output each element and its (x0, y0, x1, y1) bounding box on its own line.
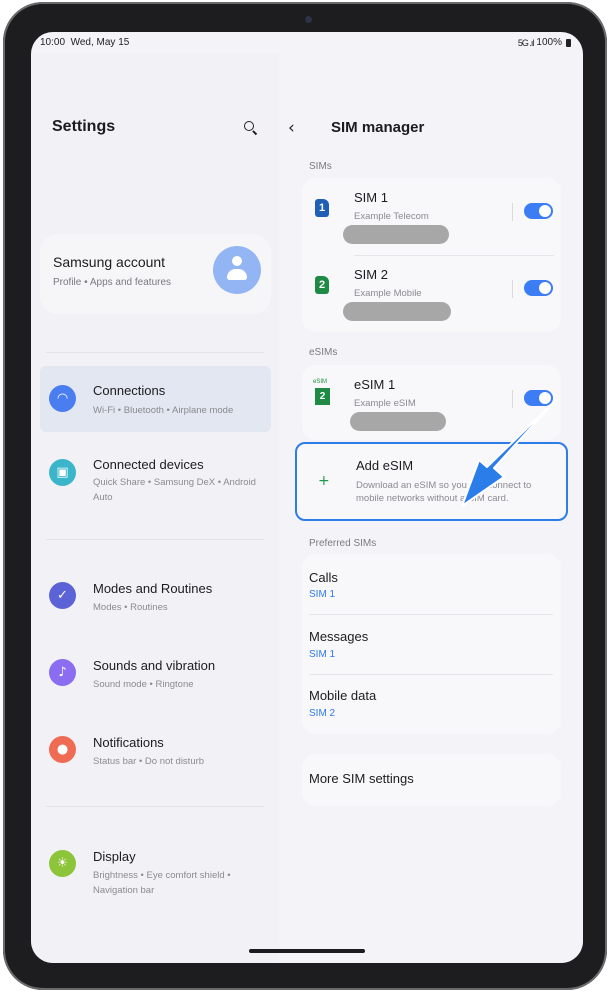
divider (46, 539, 264, 540)
preferred-card: Calls SIM 1 Messages SIM 1 Mobile data S… (302, 554, 561, 734)
esim-name: eSIM 1 (354, 377, 396, 392)
sidebar-item-sub: Quick Share • Samsung DeX • Android Auto (93, 477, 256, 503)
modes-icon: ✓ (49, 582, 76, 609)
sim-name: SIM 2 (354, 267, 388, 282)
divider (46, 806, 264, 807)
preferred-value: SIM 2 (309, 708, 336, 719)
preferred-label: Calls (309, 570, 338, 585)
sidebar-item-label: Display (93, 849, 136, 864)
battery-percent: 100% (536, 37, 562, 48)
preferred-label: Messages (309, 629, 369, 644)
sidebar-item-label: Notifications (93, 735, 164, 750)
sims-card: 1 SIM 1 Example Telecom 2 SIM 2 Example … (302, 178, 561, 332)
redacted-number (343, 302, 451, 321)
sidebar-item-label: Sounds and vibration (93, 658, 216, 673)
sidebar-item-sub: Brightness • Eye comfort shield • Naviga… (93, 870, 231, 896)
more-sim-settings-label: More SIM settings (309, 771, 414, 786)
preferred-row-messages[interactable]: Messages SIM 1 (302, 614, 561, 674)
esim-slot: 2 (315, 388, 330, 405)
samsung-account-card[interactable]: Samsung account Profile • Apps and featu… (40, 234, 271, 314)
preferred-value: SIM 1 (309, 589, 336, 600)
redacted-number (343, 225, 449, 244)
sidebar-item-sub: Modes • Routines (93, 602, 168, 613)
sidebar-item-sub: Status bar • Do not disturb (93, 756, 205, 767)
status-time-date: 10:00 Wed, May 15 (40, 37, 129, 48)
sidebar-item-connected-devices[interactable]: ▣ Connected devices Quick Share • Samsun… (40, 446, 271, 510)
annotation-arrow (461, 399, 557, 507)
sim-name: SIM 1 (354, 190, 388, 205)
sim-card-icon: 2 (315, 276, 329, 294)
screen: 10:00 Wed, May 15 5G .ıl 100% Settings S… (31, 32, 583, 963)
volume-icon: ♪ (49, 659, 76, 686)
sim-row-1[interactable]: 1 SIM 1 Example Telecom (302, 178, 561, 255)
sidebar-item-label: Connected devices (93, 457, 204, 472)
sim-manager-panel: ‹ SIM manager SIMs 1 SIM 1 Example Telec… (249, 54, 583, 963)
account-title: Samsung account (53, 254, 166, 270)
sim2-toggle[interactable] (524, 280, 553, 296)
sim-card-icon: 1 (315, 199, 329, 217)
section-label-preferred: Preferred SIMs (309, 538, 377, 549)
connected-devices-icon: ▣ (49, 459, 76, 486)
status-bar: 10:00 Wed, May 15 5G .ıl 100% (31, 32, 583, 54)
settings-title: Settings (52, 118, 116, 135)
preferred-row-calls[interactable]: Calls SIM 1 (302, 554, 561, 614)
sidebar-item-label: Modes and Routines (93, 581, 213, 596)
divider (512, 280, 513, 298)
esim-badge: eSIM (313, 379, 328, 385)
status-date: Wed, May 15 (70, 37, 130, 48)
esim-card-icon: eSIM 2 (312, 379, 334, 409)
section-label-sims: SIMs (309, 161, 332, 172)
more-sim-settings-card[interactable]: More SIM settings (302, 754, 561, 806)
signal-icon: 5G .ıl (517, 37, 534, 48)
sim-carrier: Example Telecom (354, 211, 429, 222)
preferred-value: SIM 1 (309, 649, 336, 660)
back-arrow-icon[interactable]: ‹ (288, 118, 295, 138)
sidebar-item-sounds[interactable]: ♪ Sounds and vibration Sound mode • Ring… (40, 649, 271, 701)
search-icon[interactable] (243, 120, 259, 136)
plus-icon: + (318, 473, 330, 489)
status-time: 10:00 (40, 37, 66, 48)
sidebar-item-display[interactable]: ☀ Display Brightness • Eye comfort shiel… (40, 840, 271, 900)
wifi-icon: ◠ (49, 385, 76, 412)
notification-icon: ● (49, 736, 76, 763)
battery-icon (566, 38, 571, 47)
account-subtitle: Profile • Apps and features (53, 277, 172, 288)
preferred-row-mobile-data[interactable]: Mobile data SIM 2 (302, 674, 561, 734)
home-indicator (249, 949, 365, 953)
sidebar-item-sub: Sound mode • Ringtone (93, 679, 194, 690)
sidebar-item-modes-routines[interactable]: ✓ Modes and Routines Modes • Routines (40, 572, 271, 624)
section-label-esims: eSIMs (309, 347, 338, 358)
divider (46, 352, 264, 353)
sim-carrier: Example Mobile (354, 288, 422, 299)
sidebar-item-sub: Wi-Fi • Bluetooth • Airplane mode (93, 405, 234, 416)
sidebar-item-connections[interactable]: ◠ Connections Wi-Fi • Bluetooth • Airpla… (40, 366, 271, 432)
add-esim-title: Add eSIM (356, 458, 414, 473)
settings-panel: Settings Samsung account Profile • Apps … (31, 54, 279, 963)
avatar (213, 246, 261, 294)
esim-carrier: Example eSIM (354, 398, 416, 409)
sim-row-2[interactable]: 2 SIM 2 Example Mobile (302, 255, 561, 332)
page-title: SIM manager (331, 119, 425, 136)
front-camera (305, 16, 312, 23)
brightness-icon: ☀ (49, 850, 76, 877)
redacted-number (350, 412, 446, 431)
sim1-toggle[interactable] (524, 203, 553, 219)
divider (512, 203, 513, 221)
tablet-frame: 10:00 Wed, May 15 5G .ıl 100% Settings S… (3, 2, 607, 990)
status-indicators: 5G .ıl 100% (518, 37, 571, 48)
sidebar-item-notifications[interactable]: ● Notifications Status bar • Do not dist… (40, 726, 271, 778)
preferred-label: Mobile data (309, 688, 377, 703)
sidebar-item-label: Connections (93, 383, 166, 398)
